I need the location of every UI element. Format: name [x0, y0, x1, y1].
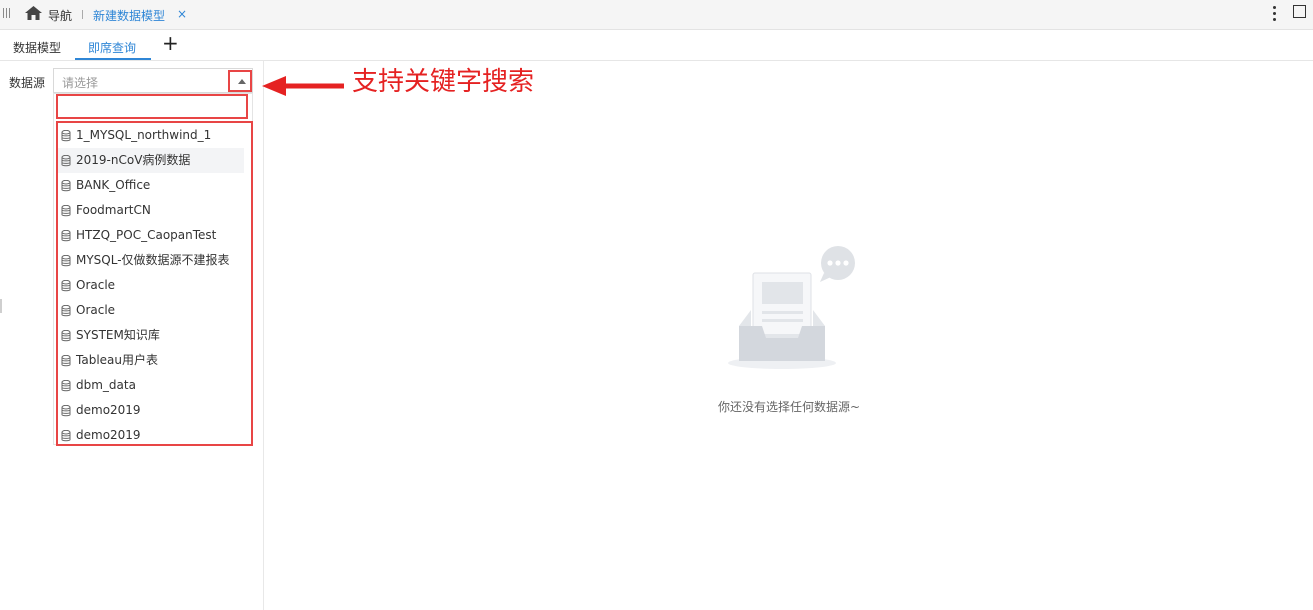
datasource-option[interactable]: MYSQL-仅做数据源不建报表 [58, 248, 244, 273]
datasource-option[interactable]: HTZQ_POC_CaopanTest [58, 223, 244, 248]
database-icon [61, 405, 71, 417]
tab-new-data-model[interactable]: 新建数据模型 [93, 7, 165, 24]
datasource-option-label: FoodmartCN [76, 203, 151, 217]
database-icon [61, 305, 71, 317]
database-icon [61, 230, 71, 242]
database-icon [61, 430, 71, 442]
database-icon [61, 355, 71, 367]
datasource-list: 1_MYSQL_northwind_1 2019-nCoV病例数据 BANK_Off… [58, 123, 244, 448]
datasource-option-label: SYSTEM知识库 [76, 328, 160, 342]
active-tab-indicator [75, 58, 151, 60]
home-icon[interactable] [25, 6, 42, 20]
database-icon [61, 280, 71, 292]
datasource-option[interactable]: FoodmartCN [58, 198, 244, 223]
datasource-option-label: Tableau用户表 [76, 353, 158, 367]
database-icon [61, 205, 71, 217]
datasource-option[interactable]: Oracle [58, 298, 244, 323]
tab-ad-hoc-query[interactable]: 即席查询 [88, 39, 136, 56]
close-icon[interactable]: × [177, 7, 187, 21]
datasource-option-label: MYSQL-仅做数据源不建报表 [76, 253, 230, 267]
datasource-search-input[interactable] [56, 94, 248, 119]
nav-tab-label[interactable]: 导航 [48, 7, 72, 24]
datasource-option[interactable]: BANK_Office [58, 173, 244, 198]
datasource-option[interactable]: demo2019 [58, 398, 244, 423]
datasource-option-label: Oracle [76, 303, 116, 317]
drag-handle-icon[interactable] [3, 8, 11, 18]
datasource-label: 数据源 [9, 76, 46, 90]
datasource-option[interactable]: 1_MYSQL_northwind_1 [58, 123, 244, 148]
annotation-text: 支持关键字搜索 [352, 67, 535, 97]
datasource-option[interactable]: Oracle [58, 273, 244, 298]
empty-inbox-illustration [728, 246, 855, 369]
datasource-option-label: HTZQ_POC_CaopanTest [76, 228, 217, 242]
datasource-option[interactable]: SYSTEM知识库 [58, 323, 244, 348]
datasource-option-label: Oracle [76, 278, 116, 292]
datasource-option-label: demo2019 [76, 403, 141, 417]
database-icon [61, 255, 71, 267]
more-menu-icon[interactable] [1273, 6, 1276, 22]
database-icon [61, 330, 71, 342]
datasource-option-label: BANK_Office [76, 178, 151, 192]
database-icon [61, 155, 71, 167]
datasource-option-label: dbm_data [76, 378, 136, 392]
tab-data-model[interactable]: 数据模型 [13, 39, 61, 56]
datasource-option[interactable]: 2019-nCoV病例数据 [58, 148, 244, 173]
panel-divider[interactable] [263, 61, 264, 610]
top-tab-bar: 导航 新建数据模型 × [0, 0, 1313, 30]
tab-separator [82, 10, 83, 19]
panel-collapse-handle[interactable] [0, 299, 2, 313]
datasource-option[interactable]: dbm_data [58, 373, 244, 398]
annotation-arrow [262, 76, 344, 96]
maximize-icon[interactable] [1293, 5, 1306, 18]
database-icon [61, 380, 71, 392]
datasource-option[interactable]: Tableau用户表 [58, 348, 244, 373]
annotation-box-caret [228, 70, 252, 92]
add-tab-button[interactable]: + [162, 33, 179, 53]
empty-state-message: 你还没有选择任何数据源~ [718, 400, 861, 414]
datasource-option-label: 1_MYSQL_northwind_1 [76, 128, 212, 142]
datasource-option-label: demo2019 [76, 428, 141, 442]
sub-tab-bar: 数据模型 即席查询 + [0, 30, 1313, 61]
datasource-select[interactable]: 请选择 [53, 68, 253, 93]
select-placeholder: 请选择 [62, 76, 99, 90]
database-icon [61, 130, 71, 142]
datasource-option[interactable]: demo2019 [58, 423, 244, 448]
database-icon [61, 180, 71, 192]
datasource-option-label: 2019-nCoV病例数据 [76, 153, 191, 167]
